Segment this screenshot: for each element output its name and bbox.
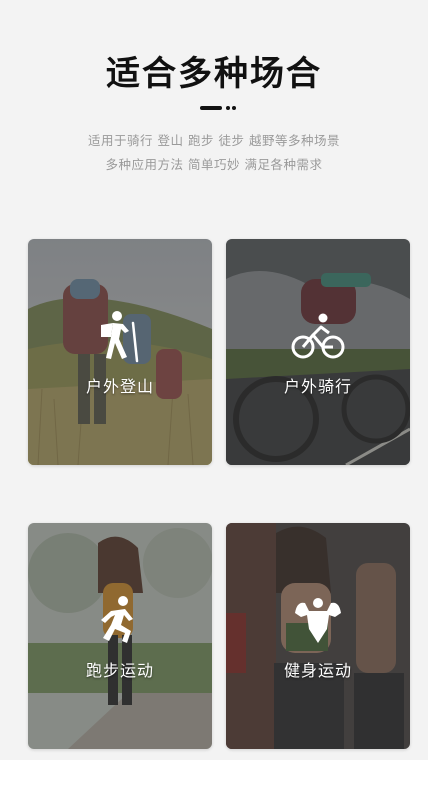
scenario-label-hiking: 户外登山 xyxy=(85,377,154,396)
cycling-icon xyxy=(291,313,345,359)
scenario-label-running: 跑步运动 xyxy=(85,661,154,680)
scenario-card-running: 跑步运动 xyxy=(28,523,212,749)
section-title: 适合多种场合 xyxy=(106,54,322,94)
hiking-icon xyxy=(101,311,139,363)
bottom-strip xyxy=(0,760,428,800)
running-icon xyxy=(101,596,133,643)
subtitle-line-1: 适用于骑行 登山 跑步 徒步 越野等多种场景 xyxy=(88,133,340,148)
scenario-card-hiking: 户外登山 xyxy=(28,239,212,465)
fitness-icon xyxy=(295,598,341,643)
subtitle-line-2: 多种应用方法 简单巧妙 满足各种需求 xyxy=(105,157,323,172)
scenario-label-fitness: 健身运动 xyxy=(283,661,352,680)
scenario-card-fitness: 健身运动 xyxy=(226,523,410,749)
scenarios-section: 适合多种场合 适用于骑行 登山 跑步 徒步 越野等多种场景 多种应用方法 简单巧… xyxy=(0,0,428,760)
scenario-card-cycling: 户外骑行 xyxy=(226,239,410,465)
scenario-label-cycling: 户外骑行 xyxy=(283,377,352,396)
